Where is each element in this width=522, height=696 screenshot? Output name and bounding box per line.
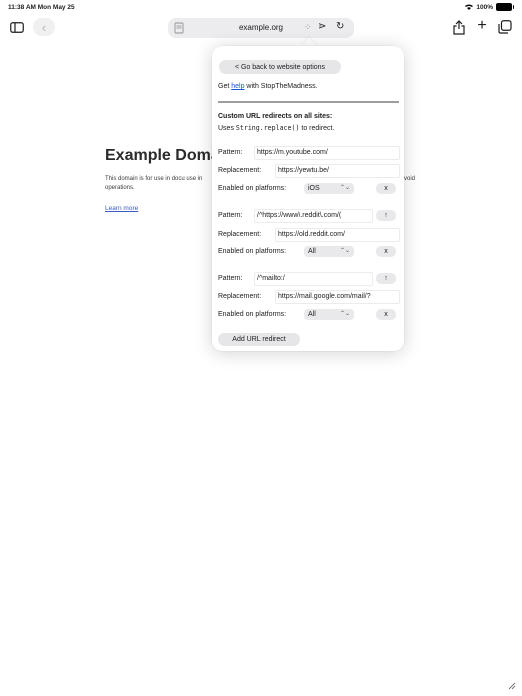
chevron-updown-icon: ⌃⌄ bbox=[339, 248, 350, 254]
reload-icon[interactable]: ↻ bbox=[336, 21, 344, 32]
share-button[interactable] bbox=[452, 18, 466, 36]
sidebar-icon bbox=[10, 21, 24, 33]
replacement-label: Replacement: bbox=[218, 231, 262, 238]
platform-value: All bbox=[308, 248, 316, 255]
battery-icon bbox=[496, 3, 514, 11]
pattern-label: Pattern: bbox=[218, 212, 243, 219]
help-prefix: Get bbox=[218, 83, 232, 90]
tabs-icon bbox=[498, 20, 512, 34]
add-url-redirect-button[interactable]: Add URL redirect bbox=[218, 333, 300, 346]
pattern-input[interactable]: /^https://www\.reddit\.com/( bbox=[254, 209, 373, 223]
chevron-updown-icon: ⌃⌄ bbox=[339, 311, 350, 317]
replacement-label: Replacement: bbox=[218, 167, 262, 174]
address-bar[interactable]: example.org ⁘ ⋗ ↻ bbox=[168, 18, 354, 38]
battery-percent: 100% bbox=[476, 3, 493, 11]
section-title: Custom URL redirects on all sites: bbox=[218, 113, 333, 120]
new-tab-button[interactable]: + bbox=[474, 17, 490, 35]
delete-redirect-button[interactable]: x bbox=[376, 183, 396, 194]
section-sub-suffix: to redirect. bbox=[299, 125, 335, 132]
pattern-input[interactable]: https://m.youtube.com/ bbox=[254, 146, 400, 160]
page-description: This domain is for use in docu use in op… bbox=[105, 176, 203, 191]
pattern-label: Pattern: bbox=[218, 275, 243, 282]
tab-overview-button[interactable] bbox=[497, 19, 513, 35]
wifi-icon bbox=[465, 4, 474, 10]
chevron-updown-icon: ⌃⌄ bbox=[339, 185, 350, 191]
back-button[interactable]: ‹ bbox=[33, 18, 55, 36]
resize-grip-icon[interactable] bbox=[508, 682, 516, 690]
platform-select[interactable]: All ⌃⌄ bbox=[304, 309, 354, 320]
status-bar: 11:38 AM Mon May 25 100% bbox=[0, 0, 522, 14]
platform-value: All bbox=[308, 311, 316, 318]
delete-redirect-button[interactable]: x bbox=[376, 309, 396, 320]
learn-more-link[interactable]: Learn more bbox=[105, 205, 138, 212]
platforms-label: Enabled on platforms: bbox=[218, 185, 287, 192]
page-description-right: void bbox=[404, 176, 416, 182]
browser-toolbar: ‹ example.org ⁘ ⋗ ↻ + bbox=[0, 16, 522, 40]
move-up-button[interactable]: ↑ bbox=[376, 273, 396, 284]
status-time: 11:38 AM Mon May 25 bbox=[8, 4, 75, 11]
platform-value: iOS bbox=[308, 185, 320, 192]
status-right: 100% bbox=[465, 3, 514, 11]
chevron-left-icon: ‹ bbox=[41, 19, 47, 35]
platforms-label: Enabled on platforms: bbox=[218, 248, 287, 255]
go-back-button[interactable]: < Go back to website options bbox=[219, 60, 341, 74]
pattern-input[interactable]: /^mailto:/ bbox=[254, 272, 373, 286]
help-line: Get help with StopTheMadness. bbox=[218, 83, 318, 90]
help-suffix: with StopTheMadness. bbox=[244, 83, 318, 90]
pattern-label: Pattern: bbox=[218, 149, 243, 156]
replacement-input[interactable]: https://mail.google.com/mail/? bbox=[275, 290, 400, 304]
sidebar-toggle-button[interactable] bbox=[8, 19, 26, 35]
platforms-label: Enabled on platforms: bbox=[218, 311, 287, 318]
replacement-input[interactable]: https://yewtu.be/ bbox=[275, 164, 400, 178]
stopthemadness-extension-icon[interactable]: ⋗ bbox=[318, 21, 326, 32]
delete-redirect-button[interactable]: x bbox=[376, 246, 396, 257]
platform-select[interactable]: iOS ⌃⌄ bbox=[304, 183, 354, 194]
section-sub-prefix: Uses bbox=[218, 125, 236, 132]
platform-select[interactable]: All ⌃⌄ bbox=[304, 246, 354, 257]
share-icon bbox=[453, 19, 465, 35]
replacement-label: Replacement: bbox=[218, 293, 262, 300]
section-sub-code: String.replace() bbox=[235, 124, 300, 132]
page-title: Example Doma bbox=[105, 147, 220, 164]
replacement-input[interactable]: https://old.reddit.com/ bbox=[275, 228, 400, 242]
section-subtitle: Uses String.replace() to redirect. bbox=[218, 124, 334, 132]
extension-popup: < Go back to website options Get help wi… bbox=[212, 46, 404, 351]
help-link[interactable]: help bbox=[231, 83, 244, 90]
plus-icon: + bbox=[477, 17, 487, 34]
move-up-button[interactable]: ↑ bbox=[376, 210, 396, 221]
divider bbox=[218, 101, 399, 103]
extension-grid-icon[interactable]: ⁘ bbox=[304, 22, 312, 33]
